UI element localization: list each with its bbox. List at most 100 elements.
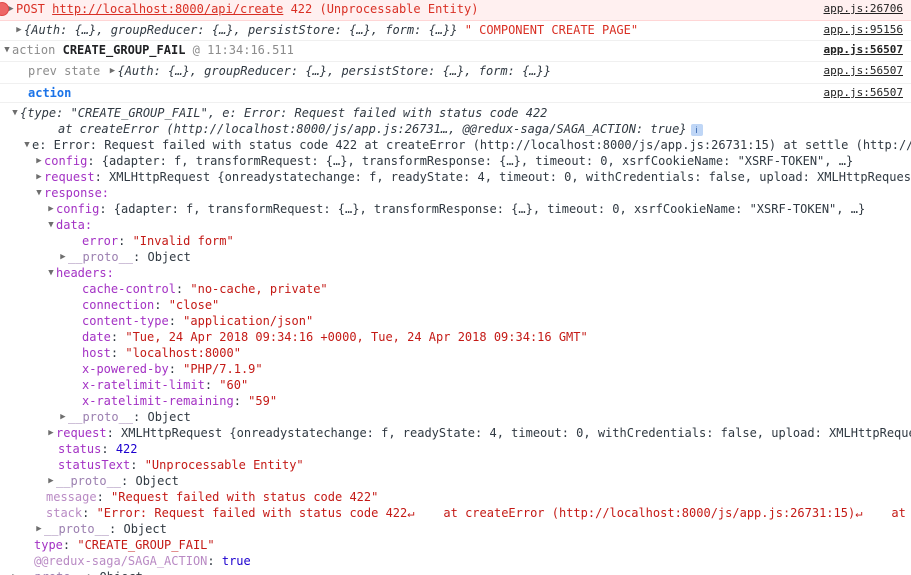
console-message-network-error[interactable]: POST http://localhost:8000/api/create 42… [0,0,911,21]
data-error-value: "Invalid form" [132,234,234,248]
tree-row-status: status: 422 [58,442,138,456]
collapse-triangle-root[interactable] [10,105,20,121]
tree-row-statustext: statusText: "Unprocessable Entity" [58,458,304,472]
tree-row-root-preview[interactable]: {type: "CREATE_GROUP_FAIL", e: Error: Re… [0,105,911,121]
action-name: CREATE_GROUP_FAIL [62,43,186,57]
tree-row-config[interactable]: config: {adapter: f, transformRequest: {… [0,153,911,169]
root-preview-text: {type: "CREATE_GROUP_FAIL", e: Error: Re… [20,106,548,120]
tree-row-root-proto[interactable]: __proto__: Object [0,569,911,575]
response-key: response: [44,186,110,200]
expand-triangle-state-log[interactable] [14,22,24,38]
expand-triangle-response-proto[interactable] [46,473,56,489]
tree-row-header-item: connection: "close" [82,298,220,312]
e-error-line: e: Error: Request failed with status cod… [32,138,911,152]
source-link-4[interactable]: app.js:56507 [824,85,903,101]
expand-triangle-response-request[interactable] [46,425,56,441]
collapse-triangle-action-group[interactable] [2,42,12,58]
expand-triangle-config[interactable] [34,153,44,169]
type-key: type [34,538,63,552]
devtools-console: POST http://localhost:8000/api/create 42… [0,0,911,575]
stack-key: stack [46,506,83,520]
message-value: "Request failed with status code 422" [111,490,379,504]
data-proto-key: __proto__ [68,250,134,264]
response-config-preview: : {adapter: f, transformRequest: {…}, tr… [99,202,866,216]
header-key: host [82,346,111,360]
source-link-2[interactable]: app.js:56507 [824,42,903,58]
tree-row-headers[interactable]: headers: [0,265,911,281]
saga-action-key: @@redux-saga/SAGA_ACTION [34,554,208,568]
expand-triangle-headers-proto[interactable] [58,409,68,425]
config-key: config [44,154,88,168]
tree-row-saga-action: @@redux-saga/SAGA_ACTION: true [34,554,251,568]
tree-row-header-item: date: "Tue, 24 Apr 2018 09:34:16 +0000, … [82,330,588,344]
tree-row-request-e[interactable]: request: XMLHttpRequest {onreadystatecha… [0,169,911,185]
header-value: "PHP/7.1.9" [183,362,263,376]
component-label: " COMPONENT CREATE PAGE" [464,23,639,37]
collapse-triangle-response[interactable] [34,185,44,201]
e-proto-value: : Object [109,522,167,536]
tree-row-headers-proto[interactable]: __proto__: Object [0,409,911,425]
expand-triangle-response-config[interactable] [46,201,56,217]
statustext-value: "Unprocessable Entity" [144,458,304,472]
tree-row-response-config[interactable]: config: {adapter: f, transformRequest: {… [0,201,911,217]
source-link-1[interactable]: app.js:95156 [824,22,903,38]
expand-triangle-request-e[interactable] [34,169,44,185]
expand-triangle-root-proto[interactable] [10,569,20,575]
stack-value-2: at createError (http://localhost:8000/js… [443,506,856,520]
status-text: (Unprocessable Entity) [319,2,479,16]
saga-action-value: true [221,554,251,568]
tree-row-header-item: x-ratelimit-remaining: "59" [82,394,278,408]
header-key: x-ratelimit-limit [82,378,205,392]
console-group-action[interactable]: action CREATE_GROUP_FAIL @ 11:34:16.511 … [0,41,911,62]
source-link-3[interactable]: app.js:56507 [824,63,903,79]
expand-triangle-data-proto[interactable] [58,249,68,265]
state-object-preview: {Auth: {…}, groupReducer: {…}, persistSt… [24,23,458,37]
action-timestamp: @ 11:34:16.511 [192,43,294,57]
tree-row-response-proto[interactable]: __proto__: Object [0,473,911,489]
header-value: "application/json" [183,314,314,328]
action-prefix-label: action [12,43,56,57]
expand-triangle-e-proto[interactable] [34,521,44,537]
response-request-key: request [56,426,107,440]
stack-value-3: at settle (h [891,506,911,520]
header-value: "60" [219,378,249,392]
response-config-key: config [56,202,100,216]
info-badge-icon[interactable]: i [690,123,703,136]
tree-row-header-item: host: "localhost:8000" [82,346,241,360]
header-value: "Tue, 24 Apr 2018 09:34:16 +0000, Tue, 2… [125,330,588,344]
console-message-state-log[interactable]: {Auth: {…}, groupReducer: {…}, persistSt… [0,21,911,41]
tree-row-data-proto[interactable]: __proto__: Object [0,249,911,265]
http-method: POST [16,2,45,16]
collapse-triangle-data[interactable] [46,217,56,233]
tree-row-response[interactable]: response: [0,185,911,201]
tree-row-data[interactable]: data: [0,217,911,233]
status-key: status [58,442,102,456]
data-proto-value: : Object [133,250,191,264]
root-proto-key: __proto__ [20,570,85,575]
header-key: x-ratelimit-remaining [82,394,234,408]
request-url-link[interactable]: http://localhost:8000/api/create [52,2,283,16]
tree-row-e-proto[interactable]: __proto__: Object [0,521,911,537]
tree-row-header-item: content-type: "application/json" [82,314,314,328]
console-message-action-label[interactable]: action app.js:56507 [0,84,911,103]
header-key: x-powered-by [82,362,169,376]
console-message-prev-state[interactable]: prev state {Auth: {…}, groupReducer: {…}… [0,62,911,84]
tree-row-data-error: error: "Invalid form" [82,234,234,248]
source-link-0[interactable]: app.js:26706 [824,1,903,17]
tree-row-header-item: x-ratelimit-limit: "60" [82,378,249,392]
object-tree: {type: "CREATE_GROUP_FAIL", e: Error: Re… [0,103,911,575]
header-key: date [82,330,111,344]
tree-row-response-request[interactable]: request: XMLHttpRequest {onreadystatecha… [0,425,911,441]
request-preview: : XMLHttpRequest {onreadystatechange: f,… [94,170,911,184]
data-error-key: error [82,234,119,248]
config-preview: : {adapter: f, transformRequest: {…}, tr… [87,154,854,168]
tree-row-e[interactable]: e: Error: Request failed with status cod… [0,137,911,153]
collapse-triangle-e[interactable] [22,137,32,153]
tree-row-root-preview-cont: at createError (http://localhost:8000/js… [0,121,911,137]
header-value: "59" [248,394,278,408]
expand-triangle-prev-state[interactable] [107,63,117,79]
request-key: request [44,170,95,184]
collapse-triangle-headers[interactable] [46,265,56,281]
tree-row-type: type: "CREATE_GROUP_FAIL" [34,538,215,552]
tree-row-message: message: "Request failed with status cod… [46,490,379,504]
